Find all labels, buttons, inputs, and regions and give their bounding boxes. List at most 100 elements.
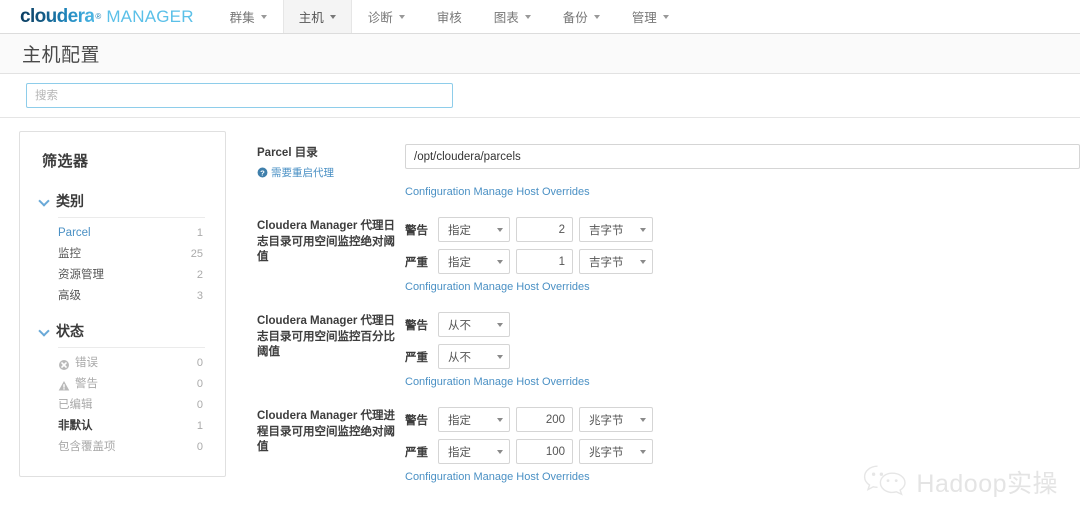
- threshold-unit-select[interactable]: 兆字节: [579, 407, 653, 432]
- chevron-down-icon: [40, 326, 50, 336]
- search-input[interactable]: [26, 83, 453, 108]
- filter-item-resource-management[interactable]: 资源管理 2: [20, 265, 225, 286]
- filter-group-category: 类别 Parcel 1 监控 25 资源管理 2 高级 3: [20, 191, 225, 307]
- threshold-severity-label: 警告: [405, 414, 428, 427]
- threshold-value-input[interactable]: [516, 217, 573, 242]
- config-label: Cloudera Manager 代理日志目录可用空间监控百分比阈值: [257, 315, 396, 358]
- threshold-mode-select[interactable]: 指定: [438, 249, 510, 274]
- filter-item-count: 3: [196, 290, 203, 302]
- filter-group-label: 状态: [56, 323, 84, 339]
- chevron-down-icon: [497, 449, 503, 454]
- threshold-line-critical: 严重 指定 吉字节: [405, 249, 1080, 274]
- filter-item-parcel[interactable]: Parcel 1: [20, 223, 225, 244]
- filter-group-category-items: Parcel 1 监控 25 资源管理 2 高级 3: [20, 218, 225, 307]
- config-field-block: Configuration Manage Host Overrides: [405, 144, 1080, 198]
- filter-item-label: Parcel: [58, 227, 91, 239]
- chevron-down-icon: [640, 417, 646, 422]
- threshold-line-warning: 警告 指定 兆字节: [405, 407, 1080, 432]
- chevron-down-icon: [640, 227, 646, 232]
- filter-item-advanced[interactable]: 高级 3: [20, 286, 225, 307]
- filter-panel: 筛选器 类别 Parcel 1 监控 25 资源管理 2 高级 3 状态 错误 …: [19, 131, 226, 477]
- nav-label: 图表: [493, 11, 519, 25]
- config-label-block: Cloudera Manager 代理进程目录可用空间监控绝对阈值: [257, 407, 405, 456]
- filter-item-error[interactable]: 错误 0: [20, 353, 225, 374]
- filter-group-category-header[interactable]: 类别: [20, 191, 225, 211]
- nav-item-administration[interactable]: 管理: [616, 0, 685, 33]
- filter-item-count: 0: [196, 399, 203, 411]
- nav-label: 主机: [298, 11, 324, 25]
- threshold-severity-label: 警告: [405, 224, 428, 237]
- threshold-mode-select[interactable]: 指定: [438, 439, 510, 464]
- config-label-block: Cloudera Manager 代理日志目录可用空间监控百分比阈值: [257, 312, 405, 361]
- threshold-mode-select[interactable]: 从不: [438, 344, 510, 369]
- cloudera-manager-logo[interactable]: cloudera ® MANAGER: [0, 0, 208, 33]
- parcel-directory-input[interactable]: [405, 144, 1080, 169]
- top-navigation-bar: cloudera ® MANAGER 群集 主机 诊断 审核 图表 备份 管理: [0, 0, 1080, 34]
- threshold-mode-select[interactable]: 从不: [438, 312, 510, 337]
- threshold-value-input[interactable]: [516, 439, 573, 464]
- threshold-unit-select[interactable]: 吉字节: [579, 249, 653, 274]
- filter-item-label: 非默认: [58, 420, 93, 432]
- threshold-mode-select[interactable]: 指定: [438, 217, 510, 242]
- chevron-down-icon: [524, 14, 531, 19]
- config-row-parcel-directory: Parcel 目录 ? 需要重启代理 Configuration Manag: [257, 131, 1080, 204]
- threshold-unit-select[interactable]: 兆字节: [579, 439, 653, 464]
- threshold-mode-select[interactable]: 指定: [438, 407, 510, 432]
- filter-item-warning[interactable]: 警告 0: [20, 374, 225, 395]
- config-field-block: 警告 指定 兆字节 严重 指定: [405, 407, 1080, 483]
- chevron-down-icon: [640, 449, 646, 454]
- chevron-down-icon: [329, 14, 336, 19]
- filter-item-count: 1: [196, 420, 203, 432]
- manage-host-overrides-link[interactable]: Configuration Manage Host Overrides: [405, 281, 1080, 293]
- manage-host-overrides-link[interactable]: Configuration Manage Host Overrides: [405, 376, 1080, 388]
- threshold-mode-value: 从不: [448, 319, 471, 332]
- nav-item-hosts[interactable]: 主机: [282, 0, 352, 33]
- filter-item-label: 监控: [58, 248, 81, 260]
- filter-item-non-default[interactable]: 非默认 1: [20, 416, 225, 437]
- filter-item-monitoring[interactable]: 监控 25: [20, 244, 225, 265]
- filter-item-label: 警告: [75, 378, 98, 390]
- filter-item-count: 1: [196, 227, 203, 239]
- config-label: Cloudera Manager 代理进程目录可用空间监控绝对阈值: [257, 410, 396, 453]
- nav-item-diagnostics[interactable]: 诊断: [352, 0, 421, 33]
- filter-group-status-header[interactable]: 状态: [20, 321, 225, 341]
- filter-item-label: 已编辑: [58, 399, 93, 411]
- nav-label: 审核: [436, 11, 462, 25]
- config-field-block: 警告 从不 严重 从不 Configuration Manage Host Ov…: [405, 312, 1080, 388]
- chevron-down-icon: [40, 196, 50, 206]
- threshold-unit-select[interactable]: 吉字节: [579, 217, 653, 242]
- threshold-unit-value: 兆字节: [589, 414, 624, 427]
- chevron-down-icon: [398, 14, 405, 19]
- nav-item-audits[interactable]: 审核: [421, 0, 478, 33]
- app-root: cloudera® MANAGER 群集 主机 诊断 审核 图表 备份 管理: [0, 0, 1080, 528]
- manage-host-overrides-link[interactable]: Configuration Manage Host Overrides: [405, 186, 1080, 198]
- filter-item-has-overrides[interactable]: 包含覆盖项 0: [20, 437, 225, 458]
- threshold-mode-value: 指定: [448, 256, 471, 269]
- config-row-agent-log-dir-percentage-thresholds: Cloudera Manager 代理日志目录可用空间监控百分比阈值 警告 从不…: [257, 299, 1080, 394]
- brand-name: cloudera: [20, 6, 95, 27]
- help-circle-icon: ?: [257, 167, 268, 178]
- chevron-down-icon: [497, 227, 503, 232]
- config-hint-text: 需要重启代理: [271, 166, 334, 179]
- threshold-unit-value: 吉字节: [589, 256, 624, 269]
- svg-text:?: ?: [260, 168, 265, 177]
- configuration-list: Parcel 目录 ? 需要重启代理 Configuration Manag: [257, 131, 1080, 489]
- main-menu: 群集 主机 诊断 审核 图表 备份 管理: [214, 0, 685, 33]
- nav-label: 备份: [562, 11, 588, 25]
- config-label-block: Cloudera Manager 代理日志目录可用空间监控绝对阈值: [257, 217, 405, 266]
- manage-host-overrides-link[interactable]: Configuration Manage Host Overrides: [405, 471, 1080, 483]
- threshold-line-warning: 警告 从不: [405, 312, 1080, 337]
- chevron-down-icon: [497, 322, 503, 327]
- nav-label: 群集: [229, 11, 255, 25]
- filter-item-edited[interactable]: 已编辑 0: [20, 395, 225, 416]
- config-row-agent-process-dir-absolute-thresholds: Cloudera Manager 代理进程目录可用空间监控绝对阈值 警告 指定 …: [257, 394, 1080, 489]
- threshold-value-input[interactable]: [516, 407, 573, 432]
- threshold-value-input[interactable]: [516, 249, 573, 274]
- filter-item-label: 高级: [58, 290, 81, 302]
- nav-item-backup[interactable]: 备份: [547, 0, 616, 33]
- nav-item-clusters[interactable]: 群集: [214, 0, 283, 33]
- threshold-severity-label: 严重: [405, 351, 428, 364]
- chevron-down-icon: [640, 259, 646, 264]
- nav-item-charts[interactable]: 图表: [478, 0, 547, 33]
- search-bar-row: [0, 74, 1080, 118]
